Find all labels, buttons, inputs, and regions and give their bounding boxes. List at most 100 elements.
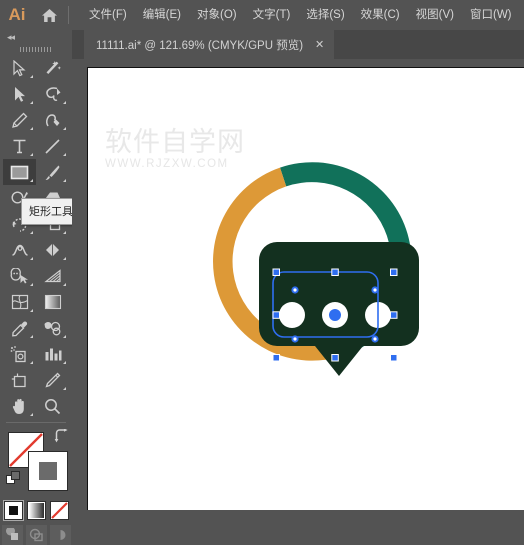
tool-grid bbox=[3, 55, 69, 419]
tool-direct-selection-tool[interactable] bbox=[3, 81, 36, 107]
tool-expand-corner bbox=[30, 101, 33, 104]
stroke-swatch[interactable] bbox=[28, 451, 68, 491]
artboard-icon bbox=[11, 373, 26, 388]
gradient-icon bbox=[44, 294, 61, 310]
screen-mode-alt-icon bbox=[29, 528, 43, 542]
menu-effect[interactable]: 效果(C) bbox=[353, 0, 408, 30]
menu-edit[interactable]: 编辑(E) bbox=[135, 0, 189, 30]
direct-selection-arrow-icon bbox=[15, 86, 25, 102]
tool-width-tool[interactable] bbox=[3, 237, 36, 263]
panel-drag-handle[interactable] bbox=[0, 44, 72, 55]
anchor-point-br-center bbox=[373, 337, 377, 341]
tool-expand-corner bbox=[30, 335, 33, 338]
eyedropper-icon bbox=[12, 321, 28, 337]
illustrator-window: Ai 文件(F) 编辑(E) 对象(O) 文字(T) 选择(S) 效果(C) 视… bbox=[0, 0, 524, 545]
none-mode-button[interactable] bbox=[49, 501, 69, 520]
close-icon[interactable]: ✕ bbox=[315, 39, 324, 50]
tool-magic-wand-tool[interactable] bbox=[36, 55, 69, 81]
swap-fill-stroke-icon[interactable] bbox=[54, 429, 69, 443]
tool-mesh-tool[interactable] bbox=[3, 289, 36, 315]
document-canvas[interactable]: 软件自学网 WWW.RJZXW.COM bbox=[87, 67, 524, 510]
bbox-handle-tc[interactable] bbox=[331, 268, 339, 276]
anchor-point-bl-center bbox=[293, 337, 297, 341]
menu-select[interactable]: 选择(S) bbox=[298, 0, 352, 30]
tool-curvature-tool[interactable] bbox=[36, 107, 69, 133]
artwork[interactable] bbox=[87, 67, 524, 510]
tool-expand-corner bbox=[63, 283, 66, 286]
home-icon[interactable] bbox=[34, 0, 64, 30]
blend-icon bbox=[44, 321, 61, 336]
screen-mode-presentation-button[interactable] bbox=[49, 525, 71, 545]
bbox-handle-br[interactable] bbox=[390, 354, 398, 362]
tool-perspective-grid-tool[interactable] bbox=[36, 263, 69, 289]
tool-slice-tool[interactable] bbox=[36, 367, 69, 393]
canvas-area: 软件自学网 WWW.RJZXW.COM bbox=[72, 59, 524, 510]
bbox-handle-tl[interactable] bbox=[272, 268, 280, 276]
gradient-mode-button[interactable] bbox=[26, 501, 46, 520]
tool-panel-separator bbox=[6, 422, 66, 423]
tool-expand-corner bbox=[63, 127, 66, 130]
free-transform-icon bbox=[46, 243, 59, 256]
lasso-icon bbox=[45, 86, 60, 101]
column-graph-icon bbox=[45, 348, 61, 361]
color-mode-button[interactable] bbox=[2, 500, 24, 521]
menu-view[interactable]: 视图(V) bbox=[408, 0, 462, 30]
tools-panel: ◂◂ 矩形工具 (M) bbox=[0, 30, 101, 545]
tool-free-transform-tool[interactable] bbox=[36, 237, 69, 263]
tool-artboard-tool[interactable] bbox=[3, 367, 36, 393]
bbox-handle-mr[interactable] bbox=[390, 311, 398, 319]
rectangle-icon bbox=[10, 165, 29, 179]
pen-nib-icon bbox=[12, 112, 28, 128]
tool-expand-corner bbox=[30, 413, 33, 416]
tool-eyedropper-tool[interactable] bbox=[3, 315, 36, 341]
collapse-panel-button[interactable]: ◂◂ bbox=[0, 30, 72, 44]
screen-mode-presentation-icon bbox=[60, 530, 65, 540]
bbox-handle-bl[interactable] bbox=[272, 354, 280, 362]
tool-expand-corner bbox=[30, 153, 33, 156]
tool-shape-builder-tool[interactable] bbox=[3, 263, 36, 289]
selection-center-point[interactable] bbox=[329, 309, 341, 321]
tool-gradient-tool[interactable] bbox=[36, 289, 69, 315]
hand-icon bbox=[12, 398, 24, 414]
tool-hand-tool[interactable] bbox=[3, 393, 36, 419]
gradient-mode-icon bbox=[28, 503, 44, 518]
change-screen-mode-button[interactable] bbox=[1, 525, 23, 545]
symbol-sprayer-icon bbox=[10, 345, 26, 362]
type-icon bbox=[13, 139, 26, 153]
bbox-handle-tr[interactable] bbox=[390, 268, 398, 276]
default-fill-stroke-icon[interactable] bbox=[6, 471, 21, 486]
menu-type[interactable]: 文字(T) bbox=[245, 0, 299, 30]
selection-arrow-icon bbox=[13, 59, 26, 76]
paintbrush-icon bbox=[45, 165, 60, 180]
tool-paintbrush-tool[interactable] bbox=[36, 159, 69, 185]
tool-expand-corner bbox=[30, 257, 33, 260]
tool-zoom-tool[interactable] bbox=[36, 393, 69, 419]
tool-expand-corner bbox=[30, 179, 33, 182]
width-icon bbox=[11, 244, 28, 256]
bbox-handle-ml[interactable] bbox=[272, 311, 280, 319]
screen-mode-alt-button[interactable] bbox=[25, 525, 47, 545]
tool-pen-tool[interactable] bbox=[3, 107, 36, 133]
tool-expand-corner bbox=[30, 309, 33, 312]
tool-type-tool[interactable] bbox=[3, 133, 36, 159]
tool-expand-corner bbox=[63, 179, 66, 182]
tool-selection-tool[interactable] bbox=[3, 55, 36, 81]
bbox-handle-bc[interactable] bbox=[331, 354, 339, 362]
tool-column-graph-tool[interactable] bbox=[36, 341, 69, 367]
menu-window[interactable]: 窗口(W) bbox=[462, 0, 520, 30]
tool-line-segment-tool[interactable] bbox=[36, 133, 69, 159]
tool-expand-corner bbox=[30, 75, 33, 78]
tool-blend-tool[interactable] bbox=[36, 315, 69, 341]
tool-lasso-tool[interactable] bbox=[36, 81, 69, 107]
menu-item-list: 文件(F) 编辑(E) 对象(O) 文字(T) 选择(S) 效果(C) 视图(V… bbox=[81, 0, 520, 30]
menu-object[interactable]: 对象(O) bbox=[189, 0, 245, 30]
document-tab-bar: 11111.ai* @ 121.69% (CMYK/GPU 预览) ✕ bbox=[72, 30, 524, 59]
fill-mode-buttons bbox=[0, 500, 72, 521]
tool-symbol-sprayer-tool[interactable] bbox=[3, 341, 36, 367]
tool-expand-corner bbox=[30, 283, 33, 286]
tool-rectangle-tool[interactable] bbox=[3, 159, 36, 185]
fill-stroke-controls bbox=[0, 427, 72, 499]
document-tab[interactable]: 11111.ai* @ 121.69% (CMYK/GPU 预览) ✕ bbox=[84, 30, 335, 59]
curvature-pen-icon bbox=[46, 113, 60, 126]
menu-file[interactable]: 文件(F) bbox=[81, 0, 135, 30]
